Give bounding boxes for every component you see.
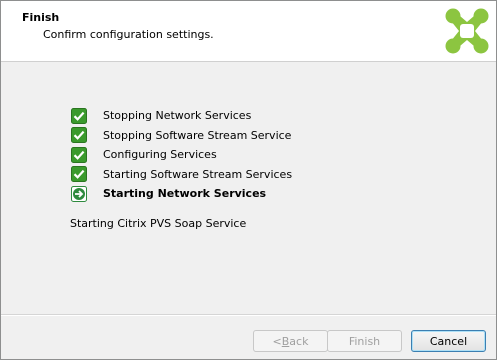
step-item: Starting Software Stream Services [71, 165, 292, 185]
checkmark-icon [71, 107, 87, 124]
step-item: Configuring Services [71, 145, 292, 165]
back-button-accelerator: B [281, 334, 290, 348]
back-button[interactable]: < Back [253, 330, 328, 352]
checkmark-icon [71, 166, 87, 183]
page-title: Finish [22, 11, 60, 24]
finish-button[interactable]: Finish [327, 330, 402, 352]
progress-steps-list: Stopping Network Services Stopping Softw… [71, 106, 292, 204]
page-subtitle: Confirm configuration settings. [43, 28, 214, 41]
wizard-header: Finish Confirm configuration settings. [1, 1, 496, 62]
footer-divider [1, 314, 496, 315]
checkmark-icon [71, 127, 87, 144]
status-message: Starting Citrix PVS Soap Service [70, 217, 247, 230]
step-label: Starting Network Services [103, 187, 267, 201]
citrix-logo-icon [445, 8, 489, 54]
step-label: Starting Software Stream Services [103, 167, 293, 181]
setup-wizard-window: Finish Confirm configuration settings. S… [0, 0, 497, 360]
step-label: Stopping Software Stream Service [103, 128, 292, 142]
checkmark-icon [71, 146, 87, 163]
step-item-current: Starting Network Services [71, 184, 292, 204]
step-item: Stopping Software Stream Service [71, 126, 292, 146]
step-label: Configuring Services [103, 148, 217, 162]
step-item: Stopping Network Services [71, 106, 292, 126]
arrow-right-icon [71, 185, 87, 202]
cancel-button[interactable]: Cancel [411, 330, 486, 352]
step-label: Stopping Network Services [103, 109, 252, 123]
back-button-rest: ack [289, 334, 309, 348]
back-button-prefix: < [272, 334, 282, 348]
